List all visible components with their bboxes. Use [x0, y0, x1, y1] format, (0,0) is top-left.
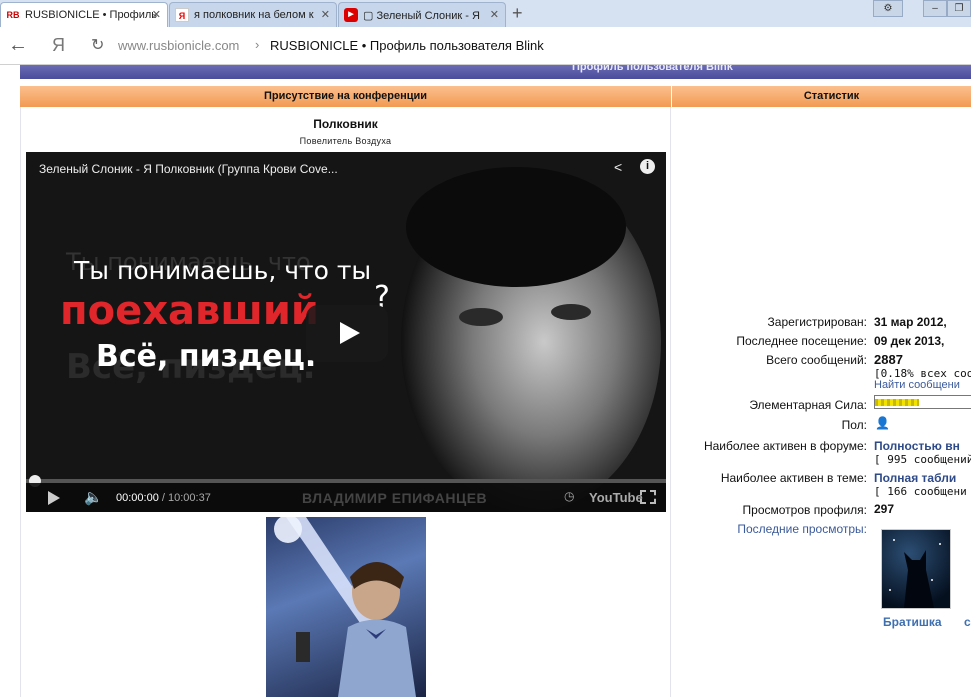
page-content: Профиль пользователя Blink Присутствие н…: [0, 65, 971, 697]
tab-label: я полковник на белом к: [194, 9, 314, 21]
tab-youtube[interactable]: ▶ ▢ Зеленый Слоник - Я ✕: [338, 2, 506, 27]
yandex-button[interactable]: Я: [52, 35, 65, 56]
video-caption-line2: поехавший: [60, 288, 319, 334]
play-icon[interactable]: [48, 491, 60, 505]
user-rank-subtitle: Повелитель Воздуха: [299, 136, 392, 146]
info-icon[interactable]: i: [640, 159, 655, 174]
video-play-button[interactable]: [306, 305, 388, 362]
close-tab-icon[interactable]: ✕: [490, 8, 499, 21]
address-bar: ← Я ↻ www.rusbionicle.com › RUSBIONICLE …: [0, 27, 971, 65]
find-posts-link[interactable]: Найти сообщени: [874, 379, 960, 391]
user-avatar: [266, 517, 426, 697]
active-forum-label: Наиболее активен в форуме:: [703, 439, 867, 453]
time-total: / 10:00:37: [161, 492, 211, 504]
statistics-column: Зарегистрирован: 31 мар 2012, Последнее …: [672, 107, 971, 697]
youtube-video-embed[interactable]: Ты понимаешь, что Всё, пиздец. Ты понима…: [26, 152, 666, 512]
profile-views-label: Просмотров профиля:: [742, 503, 867, 517]
active-forum-count: [ 995 сообщений: [874, 453, 971, 466]
video-title[interactable]: Зеленый Слоник - Я Полковник (Группа Кро…: [39, 162, 338, 176]
settings-gear-icon[interactable]: ⚙: [873, 0, 903, 17]
fullscreen-icon[interactable]: [640, 490, 656, 504]
last-visit-value: 09 дек 2013,: [874, 334, 945, 348]
registered-value: 31 мар 2012,: [874, 315, 947, 329]
male-user-icon: 👤: [875, 416, 890, 430]
power-label: Элементарная Сила:: [749, 398, 867, 412]
last-visit-label: Последнее посещение:: [736, 334, 867, 348]
share-icon[interactable]: <: [614, 159, 622, 175]
active-topic-count: [ 166 сообщени: [874, 485, 967, 498]
volume-icon[interactable]: 🔈: [84, 488, 103, 506]
posts-value: 2887: [874, 352, 903, 367]
user-rank: Полковник: [313, 117, 378, 131]
video-watermark: ВЛАДИМИР ЕПИФАНЦЕВ: [302, 490, 488, 506]
viewer-avatar[interactable]: [881, 529, 951, 609]
restore-icon[interactable]: ❐: [947, 0, 971, 17]
viewer-name-link[interactable]: c: [964, 615, 971, 629]
statistics-header: Статистик: [672, 85, 971, 107]
video-controls: 🔈 00:00:00 / 10:00:37 ВЛАДИМИР ЕПИФАНЦЕВ…: [26, 483, 666, 512]
play-icon: [340, 322, 360, 344]
close-tab-icon[interactable]: ✕: [152, 8, 161, 21]
url-host[interactable]: www.rusbionicle.com: [118, 38, 239, 53]
tab-label: ▢ Зеленый Слоник - Я: [363, 10, 480, 22]
browser-tab-bar: RB RUSBIONICLE • Профиль ✕ Я я полковник…: [0, 0, 971, 27]
rusbionicle-favicon-icon: RB: [6, 10, 20, 20]
time-current: 00:00:00: [116, 492, 159, 504]
video-caption-line1: Ты понимаешь, что ты: [74, 256, 372, 285]
youtube-logo[interactable]: YouTube: [589, 490, 643, 505]
tab-yandex-search[interactable]: Я я полковник на белом к ✕: [169, 2, 337, 27]
reload-icon[interactable]: ↻: [91, 35, 104, 55]
yandex-favicon-icon: Я: [175, 8, 189, 22]
close-tab-icon[interactable]: ✕: [321, 8, 330, 21]
registered-label: Зарегистрирован:: [767, 315, 867, 329]
active-topic-label: Наиболее активен в теме:: [720, 471, 867, 485]
avatar-image: [274, 517, 416, 697]
posts-label: Всего сообщений:: [766, 353, 867, 367]
minimize-icon[interactable]: –: [923, 0, 947, 17]
url-separator: ›: [255, 37, 260, 52]
power-level-fill: [875, 399, 920, 406]
tab-label: RUSBIONICLE • Профиль: [25, 9, 158, 21]
video-caption-line3: Всё, пиздец.: [96, 339, 317, 374]
cat-icon: [889, 539, 941, 608]
presence-header: Присутствие на конференции: [20, 85, 671, 107]
recent-views-link[interactable]: Последние просмотры:: [737, 522, 867, 536]
power-level-bar: [874, 395, 971, 409]
watch-later-clock-icon[interactable]: ◷: [564, 489, 574, 503]
tab-rusbionicle[interactable]: RB RUSBIONICLE • Профиль ✕: [0, 2, 168, 27]
gender-label: Пол:: [841, 418, 867, 432]
active-topic-link[interactable]: Полная табли: [874, 471, 956, 485]
url-page-title[interactable]: RUSBIONICLE • Профиль пользователя Blink: [270, 38, 544, 53]
profile-top-bar: Профиль пользователя Blink: [20, 65, 971, 79]
back-arrow-icon[interactable]: ←: [8, 34, 28, 57]
active-forum-link[interactable]: Полностью вн: [874, 439, 960, 453]
video-time: 00:00:00 / 10:00:37: [116, 492, 211, 504]
youtube-favicon-icon: ▶: [344, 8, 358, 22]
viewer-name-link[interactable]: Братишка: [883, 615, 942, 629]
new-tab-button[interactable]: +: [512, 3, 523, 24]
profile-views-value: 297: [874, 502, 895, 516]
